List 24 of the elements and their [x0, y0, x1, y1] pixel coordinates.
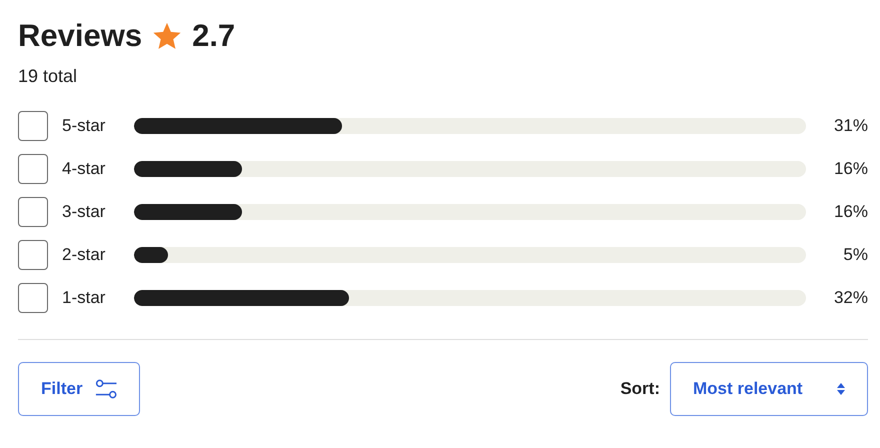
sliders-icon [94, 378, 117, 400]
filter-button[interactable]: Filter [18, 362, 140, 416]
checkbox[interactable] [18, 111, 48, 141]
checkbox[interactable] [18, 197, 48, 227]
checkbox[interactable] [18, 154, 48, 184]
percentage: 31% [832, 116, 868, 136]
percentage: 16% [832, 202, 868, 222]
star-label: 4-star [62, 159, 106, 179]
star-label: 5-star [62, 116, 106, 136]
star-label: 1-star [62, 288, 106, 308]
sort-caret-icon [837, 383, 845, 395]
star-label: 3-star [62, 202, 106, 222]
sort-label: Sort: [620, 379, 660, 399]
reviews-title: Reviews [18, 18, 142, 54]
percentage: 5% [842, 245, 868, 265]
checkbox[interactable] [18, 240, 48, 270]
star-label: 2-star [62, 245, 106, 265]
average-rating: 2.7 [192, 18, 236, 54]
checkbox[interactable] [18, 283, 48, 313]
sort-dropdown[interactable]: Most relevant [670, 362, 868, 416]
review-count: 19 total [18, 66, 78, 87]
percentage: 16% [832, 159, 868, 179]
percentage: 32% [832, 288, 868, 308]
star-icon [152, 21, 182, 51]
